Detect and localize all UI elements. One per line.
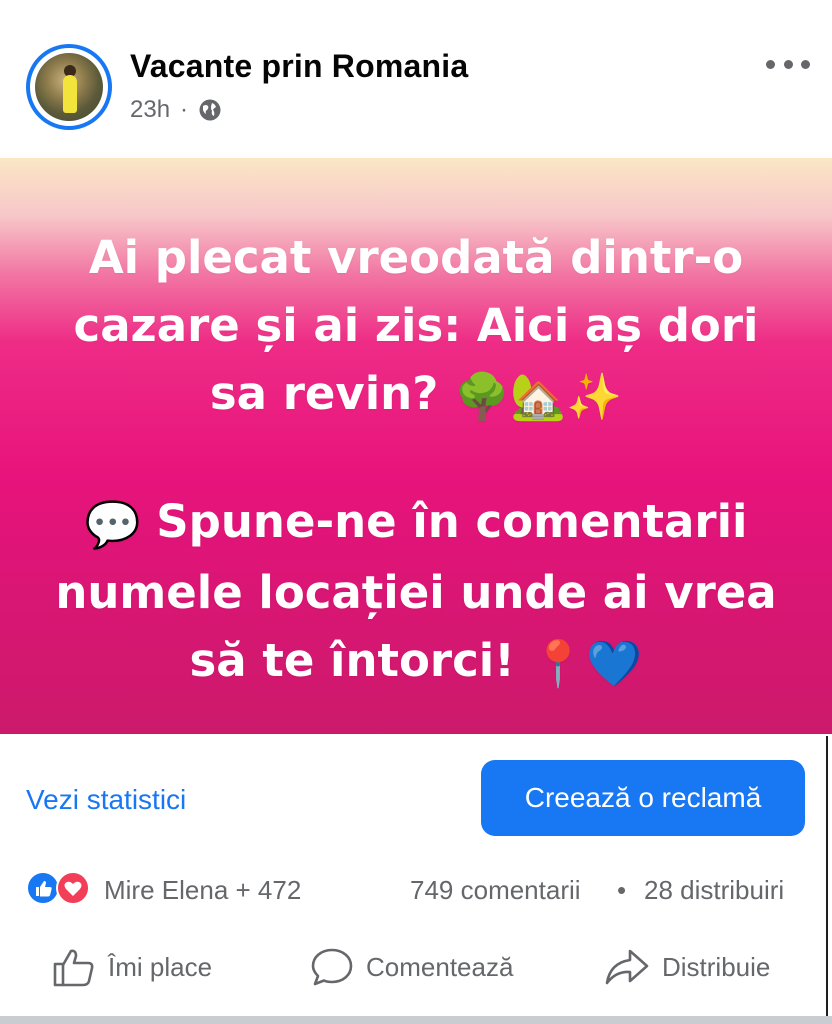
share-label: Distribuie xyxy=(662,951,771,982)
thumbs-up-icon xyxy=(53,949,94,987)
like-button[interactable]: Îmi place xyxy=(52,946,212,988)
reaction-icons[interactable] xyxy=(26,871,98,907)
share-button[interactable]: Distribuie xyxy=(604,946,770,988)
comment-label: Comentează xyxy=(366,951,514,982)
banner-question: Ai plecat vreodată dintr-o cazare și ai … xyxy=(40,224,792,431)
reactions-summary[interactable]: Mire Elena + 472 xyxy=(104,875,301,906)
meta-separator: · xyxy=(180,96,189,123)
globe-icon[interactable] xyxy=(198,98,222,122)
counts-separator: • xyxy=(617,875,627,905)
pin-heart-emoji: 📍💙 xyxy=(530,637,643,690)
more-options-icon[interactable] xyxy=(766,52,810,76)
view-insights-link[interactable]: Vezi statistici xyxy=(26,784,186,816)
right-edge-line xyxy=(826,736,828,1016)
avatar-image xyxy=(35,53,103,121)
banner-cta-text: Spune-ne în comentarii numele locației u… xyxy=(55,495,777,687)
like-icon xyxy=(26,871,60,905)
comment-button[interactable]: Comentează xyxy=(310,946,513,988)
speech-bubble-emoji: 💬 xyxy=(84,498,141,551)
bottom-divider xyxy=(0,1016,832,1024)
page-avatar[interactable] xyxy=(26,44,112,130)
love-icon xyxy=(56,871,90,905)
tree-house-sparkles-emoji: 🌳🏡✨ xyxy=(454,370,623,423)
like-label: Îmi place xyxy=(108,951,213,982)
post-meta: 23h · xyxy=(130,96,222,124)
post-time[interactable]: 23h xyxy=(130,96,170,124)
shares-count[interactable]: 28 distribuiri xyxy=(644,875,784,906)
share-arrow-icon xyxy=(605,949,649,985)
comments-count[interactable]: 749 comentarii xyxy=(410,875,581,906)
banner-question-text: Ai plecat vreodată dintr-o cazare și ai … xyxy=(73,231,759,420)
comment-icon xyxy=(311,948,353,986)
banner-call-to-action: 💬 Spune-ne în comentarii numele locației… xyxy=(40,488,792,698)
post-image-banner: Ai plecat vreodată dintr-o cazare și ai … xyxy=(0,158,832,734)
page-name[interactable]: Vacante prin Romania xyxy=(130,48,468,85)
create-ad-button[interactable]: Creează o reclamă xyxy=(481,760,805,836)
